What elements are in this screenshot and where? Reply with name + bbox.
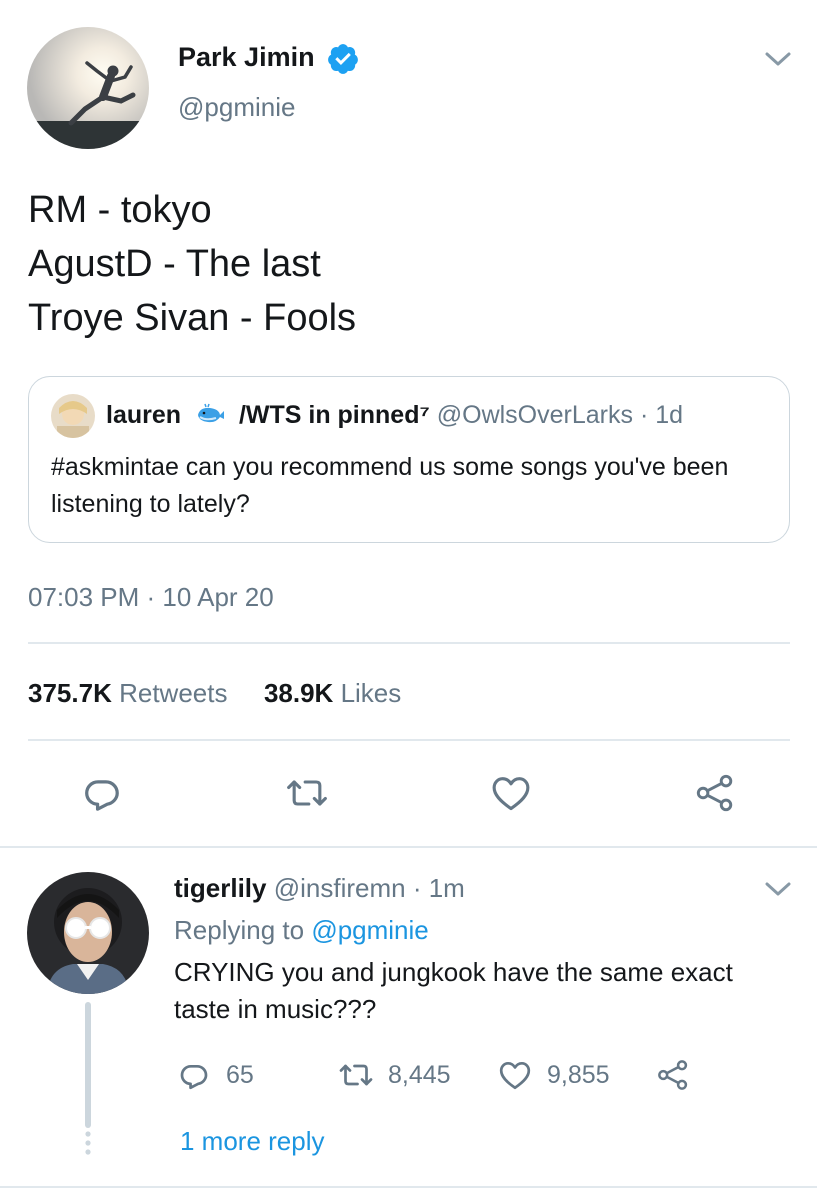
reply-author-name[interactable]: tigerlily: [174, 873, 266, 903]
comment-icon: [180, 1064, 208, 1090]
quoted-author-handle: @OwlsOverLarks: [436, 401, 633, 429]
likes-count: 38.9K: [263, 678, 334, 708]
reply-author-avatar[interactable]: [27, 872, 149, 994]
reply-age: · 1m: [405, 873, 465, 903]
quoted-tweet-card[interactable]: lauren /WTS in pinned⁷ @OwlsOverLarks · …: [28, 376, 790, 543]
more-replies-link[interactable]: 1 more reply: [180, 1126, 325, 1157]
share-icon: [658, 1060, 688, 1090]
thread-line: [85, 1002, 91, 1128]
chevron-down-icon[interactable]: [764, 50, 792, 70]
reply-retweet-action[interactable]: 8,445: [338, 1057, 451, 1093]
chevron-down-icon[interactable]: [764, 880, 792, 900]
reply-like-action[interactable]: 9,855: [497, 1057, 610, 1093]
reply-count: 65: [226, 1060, 254, 1089]
verified-badge-icon: [326, 42, 360, 76]
author-name[interactable]: Park Jimin: [178, 42, 315, 73]
author-handle[interactable]: @pgminie: [178, 92, 295, 123]
quoted-tweet-age: · 1d: [633, 401, 684, 429]
divider: [0, 1186, 817, 1188]
tweet-line: Troye Sivan - Fools: [28, 297, 357, 339]
tweet-timestamp[interactable]: 07:03 PM · 10 Apr 20: [28, 582, 274, 613]
replying-to: Replying to @pgminie: [174, 915, 429, 946]
divider: [0, 846, 817, 848]
quoted-author-name: lauren: [106, 401, 182, 429]
likes-stat[interactable]: 38.9K Likes: [264, 678, 401, 708]
replying-to-mention[interactable]: @pgminie: [311, 915, 428, 945]
retweets-count: 375.7K: [28, 678, 112, 708]
retweet-icon: [339, 1064, 373, 1086]
whale-emoji-icon: [196, 403, 226, 425]
divider: [28, 642, 790, 644]
divider: [28, 739, 790, 741]
tweet-stats: 375.7K Retweets 38.9K Likes: [28, 678, 401, 709]
thread-dots: [84, 1130, 92, 1156]
retweet-icon[interactable]: [285, 771, 329, 815]
comment-icon[interactable]: [80, 771, 124, 815]
share-icon[interactable]: [693, 771, 737, 815]
replying-to-prefix: Replying to: [174, 915, 312, 945]
likes-label: Likes: [340, 678, 402, 708]
like-count: 9,855: [547, 1060, 610, 1089]
quoted-author-avatar: [51, 394, 95, 438]
quoted-tweet-header: lauren /WTS in pinned⁷ @OwlsOverLarks · …: [106, 401, 683, 430]
retweet-count: 8,445: [388, 1060, 451, 1089]
reply-text: CRYING you and jungkook have the same ex…: [174, 957, 733, 1024]
reply-header: tigerlily @insfiremn · 1m: [174, 873, 465, 904]
tweet-line: RM - tokyo: [28, 189, 212, 231]
heart-icon: [499, 1061, 531, 1090]
tweet-text: RM - tokyo AgustD - The last Troye Sivan…: [28, 183, 356, 345]
reply-author-handle[interactable]: @insfiremn: [274, 873, 406, 903]
author-avatar[interactable]: [27, 27, 149, 149]
retweets-label: Retweets: [119, 678, 228, 708]
reply-comment-action[interactable]: 65: [176, 1057, 254, 1093]
retweets-stat[interactable]: 375.7K Retweets: [28, 678, 227, 708]
reply-share-action[interactable]: [655, 1057, 705, 1093]
heart-icon[interactable]: [489, 771, 533, 815]
tweet-line: AgustD - The last: [28, 243, 321, 285]
quoted-author-name-suffix: /WTS in pinned⁷: [238, 401, 430, 429]
quoted-tweet-text: #askmintae can you recommend us some son…: [51, 453, 729, 518]
